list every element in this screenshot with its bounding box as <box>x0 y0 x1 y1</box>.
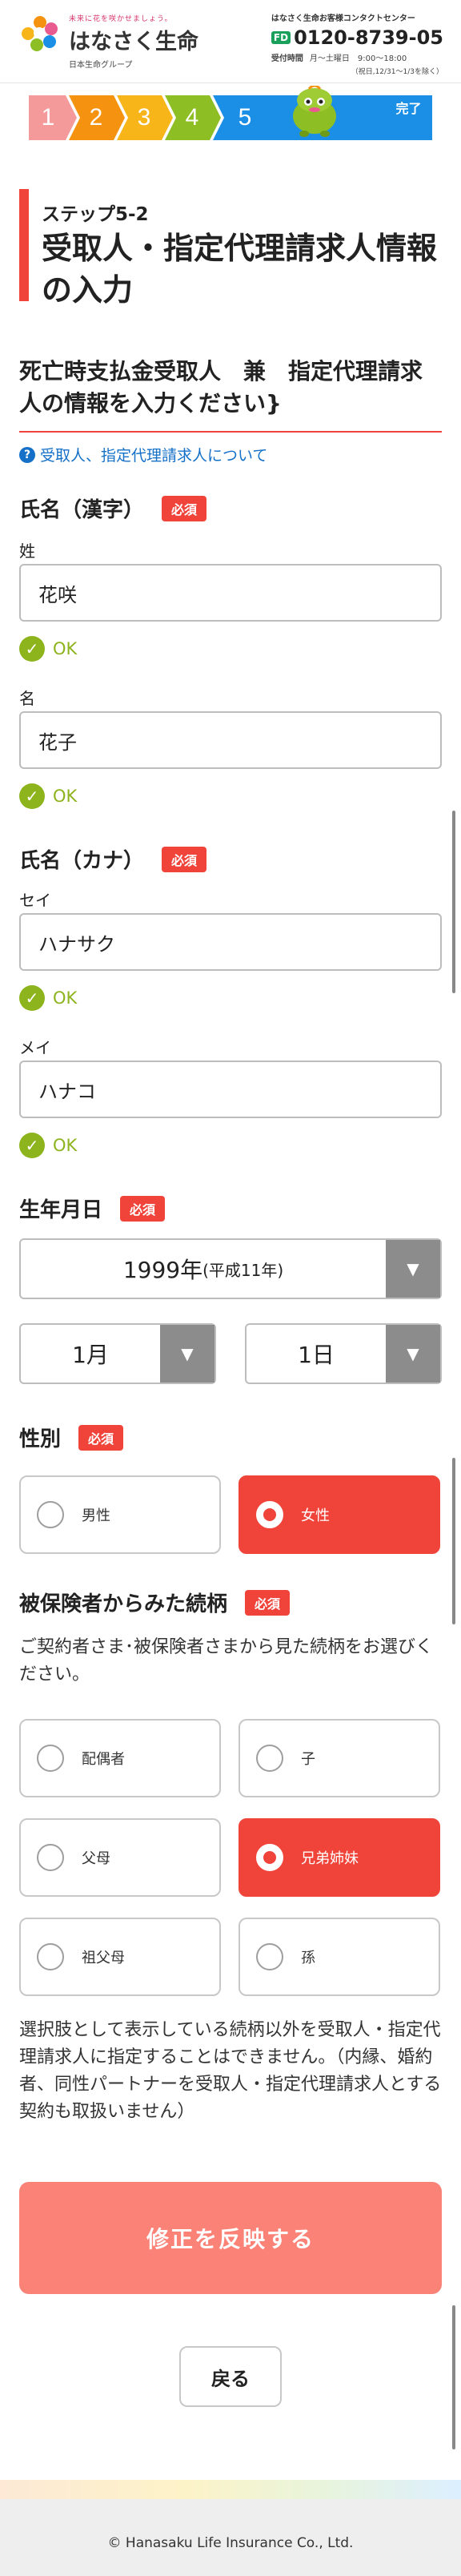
required-badge: 必須 <box>162 846 207 872</box>
brand-logo[interactable]: 未来に花を咲かせましょう。 はなさく生命 日本生命グループ <box>18 11 198 83</box>
progress-steps: 1 2 3 4 5 完了 <box>29 86 432 140</box>
contact-title: はなさく生命お客様コンタクトセンター <box>271 14 415 23</box>
relation-option-grandparent[interactable]: 祖父母 <box>19 1918 221 1996</box>
help-link[interactable]: ? 受取人、指定代理請求人について <box>19 444 267 465</box>
radio-icon <box>37 1745 64 1772</box>
contact-center: はなさく生命お客様コンタクトセンター FD 0120-8739-05 受付時間月… <box>271 11 443 83</box>
name-kanji-label: 氏名（漢字） 必須 <box>19 493 207 523</box>
footer: © Hanasaku Life Insurance Co., Ltd. <box>0 2499 461 2576</box>
required-badge: 必須 <box>120 1195 166 1222</box>
mei-label: 名 <box>19 689 35 708</box>
step-complete-label: 完了 <box>395 101 422 116</box>
footer-stripe <box>0 2480 461 2499</box>
freedial-icon: FD <box>271 31 291 44</box>
site-header: 未来に花を咲かせましょう。 はなさく生命 日本生命グループ はなさく生命お客様コ… <box>0 0 461 83</box>
flower-logo-icon <box>18 11 62 56</box>
sei-label: 姓 <box>19 541 35 561</box>
radio-icon <box>256 1745 283 1772</box>
relation-option-spouse[interactable]: 配偶者 <box>19 1719 221 1797</box>
brand-tagline: 未来に花を咲かせましょう。 <box>69 15 173 23</box>
gender-option-male[interactable]: 男性 <box>19 1475 221 1554</box>
radio-icon <box>256 1943 283 1970</box>
question-icon: ? <box>19 446 35 463</box>
required-badge: 必須 <box>245 1589 291 1616</box>
business-hours: 受付時間 月～土曜日 9:00～18:00 <box>271 54 407 63</box>
sei-kana-input[interactable]: ハナサク <box>19 913 442 971</box>
submit-button[interactable]: 修正を反映する <box>19 2182 442 2294</box>
radio-icon <box>37 1501 64 1528</box>
birth-year-select[interactable]: 1999年 (平成11年) ▼ <box>19 1238 442 1299</box>
step-label: ステップ5-2 <box>42 204 149 225</box>
check-icon: ✓ <box>19 636 45 662</box>
gender-option-female[interactable]: 女性 <box>239 1475 440 1554</box>
check-icon: ✓ <box>19 985 45 1011</box>
radio-icon <box>37 1844 64 1871</box>
sei-kana-valid: ✓ OK <box>19 985 77 1011</box>
chevron-down-icon: ▼ <box>386 1240 440 1298</box>
relation-option-parent[interactable]: 父母 <box>19 1818 221 1897</box>
radio-selected-icon <box>256 1501 283 1528</box>
scrollbar-thumb[interactable] <box>452 811 455 993</box>
phone-number[interactable]: 0120-8739-05 <box>294 26 443 49</box>
page-title: 受取人・指定代理請求人情報の入力 <box>42 231 438 308</box>
birth-month-select[interactable]: 1月 ▼ <box>19 1323 216 1384</box>
page-heading: ステップ5-2 受取人・指定代理請求人情報の入力 <box>19 189 442 308</box>
birth-day-select[interactable]: 1日 ▼ <box>245 1323 442 1384</box>
sei-kanji-valid: ✓ OK <box>19 636 77 662</box>
gender-label: 性別 必須 <box>19 1423 124 1452</box>
mei-kana-input[interactable]: ハナコ <box>19 1061 442 1118</box>
check-icon: ✓ <box>19 783 45 809</box>
back-button[interactable]: 戻る <box>179 2346 282 2407</box>
sei-kanji-input[interactable]: 花咲 <box>19 564 442 622</box>
birthdate-label: 生年月日 必須 <box>19 1193 166 1223</box>
mei-kana-valid: ✓ OK <box>19 1133 77 1158</box>
holiday-note: （祝日,12/31～1/3を除く） <box>351 68 443 76</box>
relation-option-grandchild[interactable]: 孫 <box>239 1918 440 1996</box>
scrollbar-thumb[interactable] <box>452 2305 455 2449</box>
help-link-text: 受取人、指定代理請求人について <box>40 447 268 465</box>
copyright: © Hanasaku Life Insurance Co., Ltd. <box>107 2535 354 2551</box>
check-icon: ✓ <box>19 1133 45 1158</box>
required-badge: 必須 <box>162 495 207 521</box>
radio-icon <box>37 1943 64 1970</box>
name-kana-label: 氏名（カナ） 必須 <box>19 844 207 874</box>
relation-instruction: ご契約者さま･被保険者さまから見た続柄をお選びください。 <box>19 1637 434 1684</box>
sei-kana-label: セイ <box>19 891 51 910</box>
relation-option-sibling[interactable]: 兄弟姉妹 <box>239 1818 440 1897</box>
mei-kana-label: メイ <box>19 1038 51 1057</box>
mei-kanji-valid: ✓ OK <box>19 783 77 809</box>
chevron-down-icon: ▼ <box>386 1325 440 1383</box>
mascot-icon <box>293 86 336 137</box>
brand-name: はなさく生命 <box>69 30 198 54</box>
brand-group: 日本生命グループ <box>69 61 133 70</box>
relation-note: 選択肢として表示している続柄以外を受取人・指定代理請求人に指定することはできませ… <box>19 2020 442 2122</box>
radio-selected-icon <box>256 1844 283 1871</box>
relation-label: 被保険者からみた続柄 必須 <box>19 1588 291 1617</box>
section-title: 死亡時支払金受取人 兼 指定代理請求人の情報を入力ください} <box>19 356 442 433</box>
required-badge: 必須 <box>78 1424 124 1451</box>
mei-kanji-input[interactable]: 花子 <box>19 711 442 769</box>
chevron-down-icon: ▼ <box>160 1325 214 1383</box>
scrollbar-thumb[interactable] <box>452 1458 455 1624</box>
relation-option-child[interactable]: 子 <box>239 1719 440 1797</box>
